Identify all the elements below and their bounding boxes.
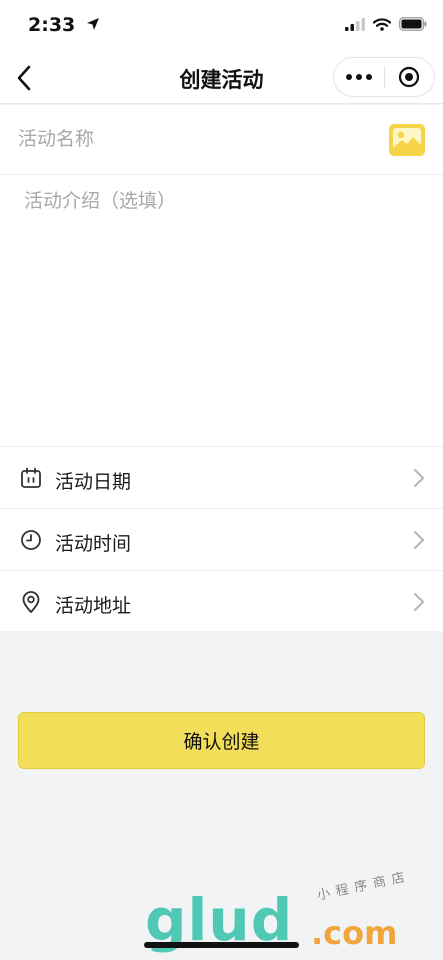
chevron-right-icon <box>414 593 424 611</box>
location-pin-icon <box>22 591 40 613</box>
location-arrow-icon <box>87 18 99 30</box>
battery-icon <box>399 17 427 31</box>
watermark-tagline: 小程序商店 <box>315 869 412 904</box>
address-option-row[interactable]: 活动地址 <box>0 570 443 632</box>
target-circle-icon <box>399 66 420 88</box>
home-indicator[interactable] <box>144 942 299 948</box>
wifi-icon <box>373 17 391 31</box>
time-option-row[interactable]: 活动时间 <box>0 508 443 570</box>
name-row <box>0 105 443 175</box>
clock-icon <box>21 530 41 550</box>
signal-icon <box>345 17 365 31</box>
confirm-create-button[interactable]: 确认创建 <box>18 712 425 769</box>
nav-bar: 创建活动 <box>0 52 443 104</box>
chevron-right-icon <box>414 469 424 487</box>
activity-form: 活动日期 活动时间 活动地址 <box>0 105 443 631</box>
date-option-label: 活动日期 <box>55 471 132 493</box>
more-dots-icon <box>345 74 372 80</box>
status-bar: 2:33 <box>0 0 443 52</box>
calendar-icon <box>21 467 41 488</box>
image-icon[interactable] <box>389 124 425 156</box>
watermark-domain: .com <box>311 914 398 952</box>
time-option-label: 活动时间 <box>55 533 132 555</box>
address-option-label: 活动地址 <box>55 595 132 617</box>
chevron-right-icon <box>414 531 424 549</box>
activity-intro-textarea[interactable] <box>18 189 423 429</box>
date-option-row[interactable]: 活动日期 <box>0 446 443 508</box>
more-button[interactable] <box>334 58 384 96</box>
status-icons <box>345 17 427 31</box>
activity-name-input[interactable] <box>18 125 358 155</box>
status-time: 2:33 <box>28 14 76 36</box>
mini-program-capsule <box>333 57 435 97</box>
close-mini-program-button[interactable] <box>385 58 435 96</box>
watermark: glud 小程序商店 .com <box>145 869 443 960</box>
